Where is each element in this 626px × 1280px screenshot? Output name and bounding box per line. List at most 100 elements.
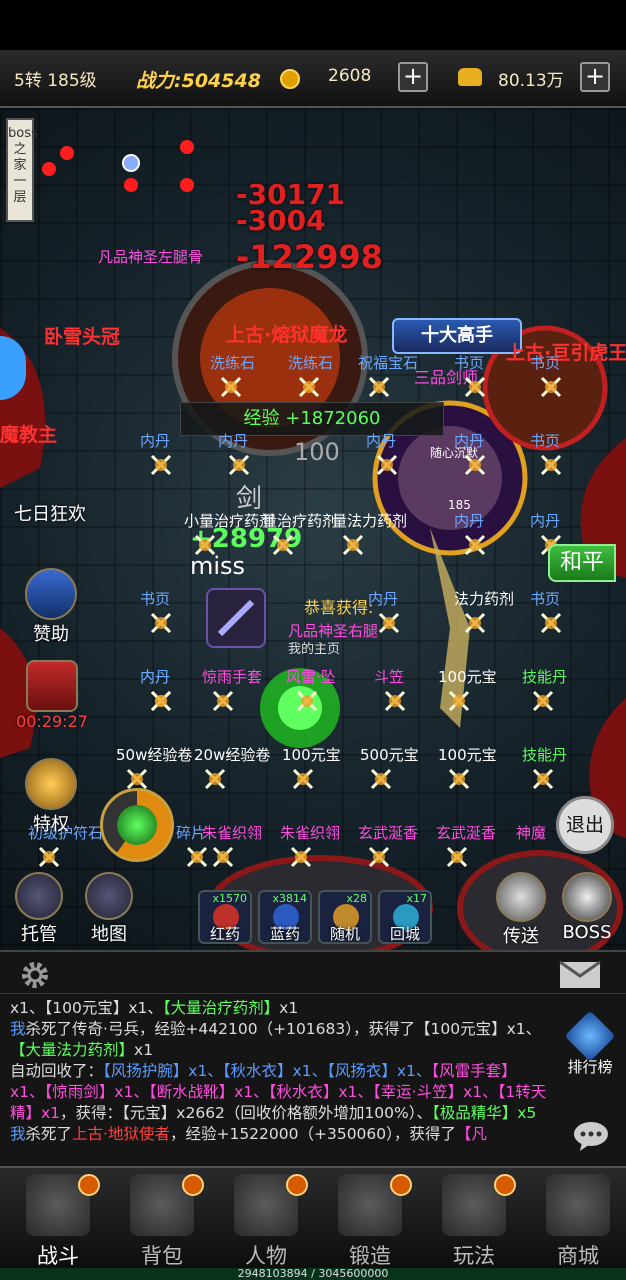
auto-button[interactable]: 托管: [4, 872, 74, 946]
boss-button[interactable]: BOSS: [552, 872, 622, 943]
nav-tab-1[interactable]: 背包: [110, 1168, 214, 1270]
loot-icon[interactable]: [226, 452, 252, 478]
nav-tab-5[interactable]: 商城: [526, 1168, 626, 1270]
drop-label[interactable]: 书页: [140, 588, 170, 609]
drop-label[interactable]: 玄武涎香: [358, 822, 418, 843]
drop-label[interactable]: 书页: [530, 430, 560, 451]
drop-label[interactable]: 内丹: [368, 588, 398, 609]
loot-icon[interactable]: [296, 374, 322, 400]
nav-tab-2[interactable]: 人物: [214, 1168, 318, 1270]
loot-icon[interactable]: [210, 688, 236, 714]
ranking-button[interactable]: 排行榜: [562, 1010, 618, 1077]
peace-mode-button[interactable]: 和平: [548, 544, 616, 582]
quick-item-1[interactable]: x3814 蓝药: [258, 890, 312, 944]
loot-icon[interactable]: [366, 374, 392, 400]
boss-home-label[interactable]: boss之家一层: [6, 118, 38, 222]
drop-label[interactable]: 500元宝: [360, 744, 419, 765]
gear-icon[interactable]: [18, 958, 52, 992]
loot-icon[interactable]: [184, 844, 210, 870]
drop-label[interactable]: 技能丹: [522, 666, 567, 687]
reward-item-slot[interactable]: [206, 588, 266, 648]
drop-label[interactable]: 洗练石: [288, 352, 333, 373]
loot-icon[interactable]: [368, 766, 394, 792]
loot-icon[interactable]: [376, 610, 402, 636]
drop-label[interactable]: 神魔: [516, 822, 546, 843]
drop-label[interactable]: 20w经验卷: [194, 744, 270, 765]
loot-icon[interactable]: [538, 610, 564, 636]
drop-label[interactable]: 量治疗药剂: [262, 510, 337, 531]
loot-icon[interactable]: [340, 532, 366, 558]
loot-icon[interactable]: [462, 452, 488, 478]
drop-label[interactable]: 内丹: [454, 510, 484, 531]
drop-label[interactable]: 洗练石: [210, 352, 255, 373]
loot-icon[interactable]: [290, 766, 316, 792]
loot-icon[interactable]: [288, 844, 314, 870]
drop-label[interactable]: 100元宝: [282, 744, 341, 765]
drop-label[interactable]: 惊雨手套: [202, 666, 262, 687]
my-home-link[interactable]: 我的主页: [288, 638, 340, 657]
drop-label[interactable]: 祝福宝石: [358, 352, 418, 373]
drop-label[interactable]: 书页: [530, 352, 560, 373]
quick-item-0[interactable]: x1570 红药: [198, 890, 252, 944]
loot-icon[interactable]: [538, 452, 564, 478]
drop-label[interactable]: 100元宝: [438, 744, 497, 765]
loot-icon[interactable]: [148, 610, 174, 636]
loot-icon[interactable]: [462, 532, 488, 558]
loot-icon[interactable]: [294, 688, 320, 714]
nav-tab-4[interactable]: 玩法: [422, 1168, 526, 1270]
loot-icon[interactable]: [530, 688, 556, 714]
drop-label[interactable]: 内丹: [140, 666, 170, 687]
drop-label[interactable]: 魔教主: [0, 420, 57, 447]
drop-label[interactable]: 小量治疗药剂: [184, 510, 274, 531]
event-label[interactable]: 七日狂欢: [0, 500, 100, 526]
loot-icon[interactable]: [462, 374, 488, 400]
gift-timer-button[interactable]: 00:29:27: [12, 660, 92, 731]
drop-label[interactable]: 技能丹: [522, 744, 567, 765]
nav-tab-3[interactable]: 锻造: [318, 1168, 422, 1270]
drop-label[interactable]: 法力药剂: [454, 588, 514, 609]
drop-label[interactable]: 内丹: [366, 430, 396, 451]
chat-bubble-icon[interactable]: [572, 1120, 610, 1152]
drop-label[interactable]: 书页: [454, 352, 484, 373]
drop-label[interactable]: 风雷·坠: [286, 666, 336, 687]
teleport-button[interactable]: 传送: [486, 872, 556, 948]
exit-button[interactable]: 退出: [556, 796, 614, 854]
loot-icon[interactable]: [148, 452, 174, 478]
loot-icon[interactable]: [374, 452, 400, 478]
loot-icon[interactable]: [538, 374, 564, 400]
sponsor-button[interactable]: 赞助: [16, 568, 86, 646]
loot-icon[interactable]: [446, 688, 472, 714]
quick-item-3[interactable]: x17 回城: [378, 890, 432, 944]
drop-label[interactable]: 上古·熔狱魔龙: [226, 320, 347, 347]
loot-icon[interactable]: [366, 844, 392, 870]
loot-icon[interactable]: [202, 766, 228, 792]
drop-label[interactable]: 玄武涎香: [436, 822, 496, 843]
loot-icon[interactable]: [382, 688, 408, 714]
drop-label[interactable]: 内丹: [454, 430, 484, 451]
quick-item-2[interactable]: x28 随机: [318, 890, 372, 944]
drop-label[interactable]: 内丹: [218, 430, 248, 451]
drop-label[interactable]: 凡品神圣左腿骨: [98, 246, 203, 267]
drop-label[interactable]: 斗笠: [374, 666, 404, 687]
drop-label[interactable]: 上古·亘引虎王: [506, 338, 626, 365]
nav-tab-0[interactable]: 战斗: [6, 1168, 110, 1270]
drop-label[interactable]: 卧雪头冠: [44, 322, 120, 349]
add-ingots-button[interactable]: +: [580, 62, 610, 92]
drop-label[interactable]: 量法力药剂: [332, 510, 407, 531]
add-coins-button[interactable]: +: [398, 62, 428, 92]
drop-label[interactable]: 50w经验卷: [116, 744, 192, 765]
mail-icon[interactable]: [558, 960, 602, 990]
drop-label[interactable]: 100元宝: [438, 666, 497, 687]
loot-icon[interactable]: [446, 766, 472, 792]
loot-icon[interactable]: [192, 532, 218, 558]
loot-icon[interactable]: [530, 766, 556, 792]
loot-icon[interactable]: [218, 374, 244, 400]
loot-icon[interactable]: [36, 844, 62, 870]
drop-label[interactable]: 朱雀织翎: [202, 822, 262, 843]
loot-icon[interactable]: [444, 844, 470, 870]
drop-label[interactable]: 内丹: [140, 430, 170, 451]
loot-icon[interactable]: [210, 844, 236, 870]
privilege-button[interactable]: 特权: [16, 758, 86, 836]
game-scene[interactable]: boss之家一层 -30171 -3004 -122998 经验 +187206…: [0, 108, 626, 950]
drop-label[interactable]: 朱雀织翎: [280, 822, 340, 843]
